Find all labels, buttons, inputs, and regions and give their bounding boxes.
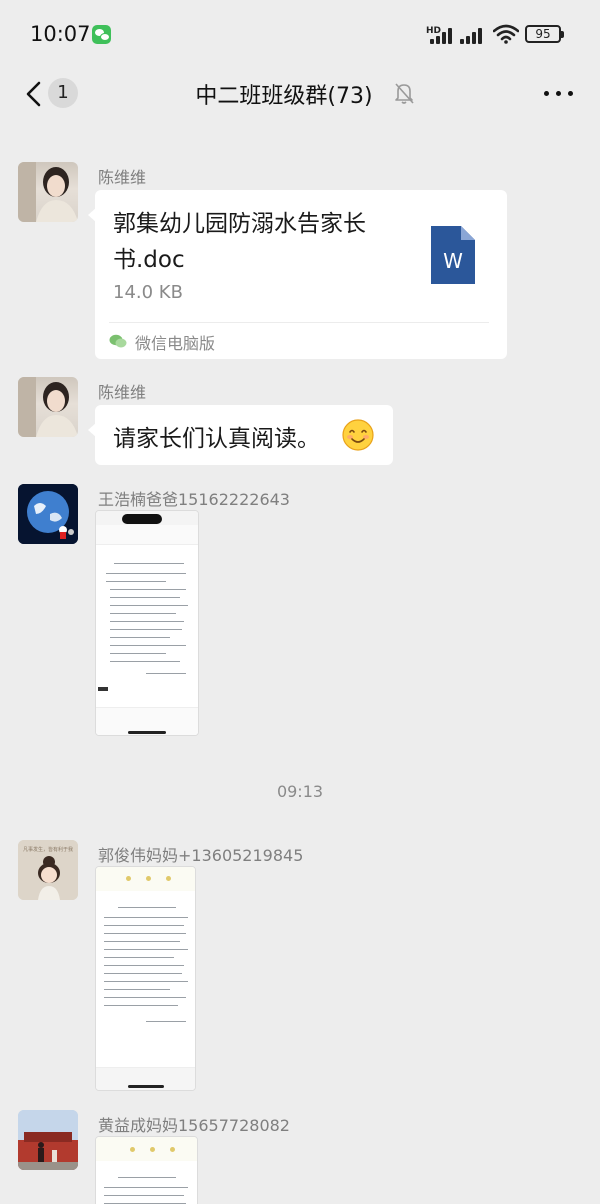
status-time: 10:07 bbox=[30, 22, 91, 46]
avatar-earth-image bbox=[18, 484, 78, 544]
avatar-girl-photo bbox=[18, 377, 78, 437]
avatar-landmark-photo bbox=[18, 1110, 78, 1170]
sender-name: 陈维维 bbox=[98, 168, 147, 187]
more-options-icon[interactable] bbox=[543, 90, 573, 98]
chat-timestamp: 09:13 bbox=[276, 782, 324, 801]
status-bar: 10:07 HD 95 bbox=[0, 0, 600, 70]
word-file-icon: W bbox=[431, 226, 475, 284]
file-size: 14.0 KB bbox=[113, 282, 183, 303]
file-name: 郭集幼儿园防溺水告家长书.doc bbox=[113, 211, 366, 273]
sender-name: 黄益成妈妈15657728082 bbox=[98, 1116, 290, 1135]
text-message-bubble[interactable]: 请家长们认真阅读。 bbox=[88, 405, 393, 465]
wifi-icon bbox=[493, 24, 519, 44]
mute-bell-icon bbox=[395, 83, 414, 104]
chat-header: 1 中二班班级群(73) bbox=[0, 70, 600, 118]
wechat-notification-icon bbox=[92, 25, 111, 44]
sender-name: 郭俊伟妈妈+13605219845 bbox=[98, 846, 304, 865]
source-label: 微信电脑版 bbox=[135, 334, 216, 353]
avatar[interactable] bbox=[18, 484, 78, 544]
chat-title: 中二班班级群(73) bbox=[0, 78, 600, 110]
signal-icon bbox=[430, 28, 456, 44]
divider bbox=[109, 322, 489, 323]
battery-icon: 95 bbox=[525, 25, 564, 43]
wechat-pc-icon bbox=[109, 334, 127, 348]
smile-icon bbox=[342, 419, 374, 451]
avatar[interactable] bbox=[18, 162, 78, 222]
avatar[interactable] bbox=[18, 377, 78, 437]
svg-text:W: W bbox=[443, 249, 463, 273]
avatar-girl-photo bbox=[18, 162, 78, 222]
sender-name: 王浩楠爸爸15162222643 bbox=[98, 490, 290, 509]
image-message[interactable] bbox=[95, 866, 196, 1091]
avatar[interactable] bbox=[18, 1110, 78, 1170]
signal-icon bbox=[460, 28, 486, 44]
image-message[interactable] bbox=[95, 1136, 198, 1204]
avatar-cartoon-girl: 凡事发生，皆有利于我 bbox=[18, 840, 78, 900]
sender-name: 陈维维 bbox=[98, 383, 147, 402]
avatar[interactable]: 凡事发生，皆有利于我 bbox=[18, 840, 78, 900]
svg-text:凡事发生，皆有利于我: 凡事发生，皆有利于我 bbox=[23, 846, 73, 853]
chat-title-text: 中二班班级群(73) bbox=[195, 84, 373, 109]
file-message-bubble[interactable]: 郭集幼儿园防溺水告家长书.doc 14.0 KB W 微信电脑版 bbox=[88, 190, 507, 359]
message-text: 请家长们认真阅读。 bbox=[113, 426, 320, 452]
image-message[interactable] bbox=[95, 510, 199, 736]
